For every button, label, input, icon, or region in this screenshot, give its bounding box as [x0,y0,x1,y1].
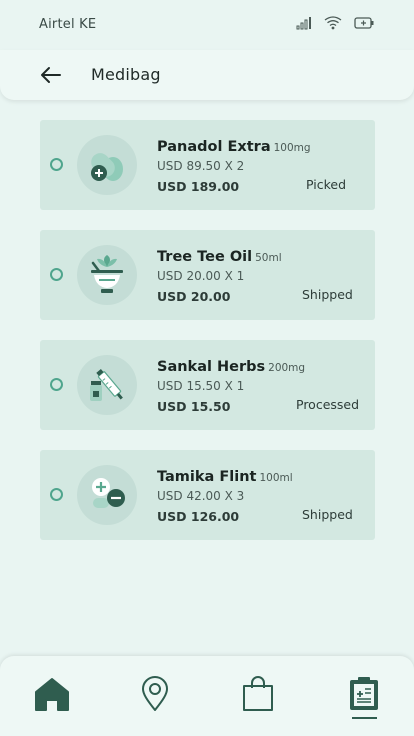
product-name: Sankal Herbs [157,359,266,375]
medicine-syringe-icon [90,369,123,401]
unit-price: USD 89.50 X 2 [157,159,245,173]
status-badge: Processed [296,397,360,412]
product-quantity: 100mg [273,142,311,154]
battery-icon [354,17,374,29]
product-name-line: Tamika Flint 100ml [157,466,293,485]
unit-price: USD 42.00 X 3 [157,489,245,503]
product-name: Tree Tee Oil [157,249,253,265]
shopping-bag-icon[interactable] [238,674,278,714]
status-badge: Picked [306,177,347,192]
total-price: USD 20.00 [157,289,231,304]
product-quantity: 100ml [259,472,293,484]
page-title: Medibag [91,65,161,84]
status-bar: Airtel KE [0,0,414,50]
plus-minus-capsule-icon [92,478,125,508]
status-badge: Shipped [302,507,353,522]
carrier-name: Airtel KE [39,17,97,32]
list-item[interactable]: Tree Tee Oil 50ml USD 20.00 X 1 USD 20.00… [40,230,375,320]
bottom-navigation [0,656,414,736]
pills-icon [91,153,123,181]
product-quantity: 200mg [268,362,306,374]
total-price: USD 189.00 [157,179,240,194]
total-price: USD 15.50 [157,399,231,414]
list-item[interactable]: Tamika Flint 100ml USD 42.00 X 3 USD 126.… [40,450,375,540]
status-badge: Shipped [302,287,353,302]
product-thumbnail [77,355,137,415]
location-pin-icon[interactable] [135,674,175,714]
signal-icon [296,17,311,30]
home-icon[interactable] [32,674,72,714]
product-name-line: Sankal Herbs 200mg [157,356,305,375]
product-thumbnail [77,465,137,525]
arrow-left-icon[interactable] [38,64,64,86]
select-radio[interactable] [50,158,63,171]
product-thumbnail [77,245,137,305]
total-price: USD 126.00 [157,509,240,524]
header: Medibag [0,50,414,100]
active-tab-indicator [352,717,377,719]
list-item[interactable]: Panadol Extra 100mg USD 89.50 X 2 USD 189… [40,120,375,210]
product-name-line: Tree Tee Oil 50ml [157,246,282,265]
select-radio[interactable] [50,488,63,501]
list-item[interactable]: Sankal Herbs 200mg USD 15.50 X 1 USD 15.5… [40,340,375,430]
product-quantity: 50ml [255,252,282,264]
unit-price: USD 15.50 X 1 [157,379,245,393]
product-name: Tamika Flint [157,469,257,485]
status-icons [296,16,374,30]
herbal-mortar-icon [91,255,123,293]
select-radio[interactable] [50,378,63,391]
select-radio[interactable] [50,268,63,281]
clipboard-icon[interactable] [344,674,384,714]
product-thumbnail [77,135,137,195]
medibag-list: Panadol Extra 100mg USD 89.50 X 2 USD 189… [40,120,375,560]
wifi-icon [324,16,342,30]
unit-price: USD 20.00 X 1 [157,269,245,283]
product-name-line: Panadol Extra 100mg [157,136,311,155]
product-name: Panadol Extra [157,139,271,155]
